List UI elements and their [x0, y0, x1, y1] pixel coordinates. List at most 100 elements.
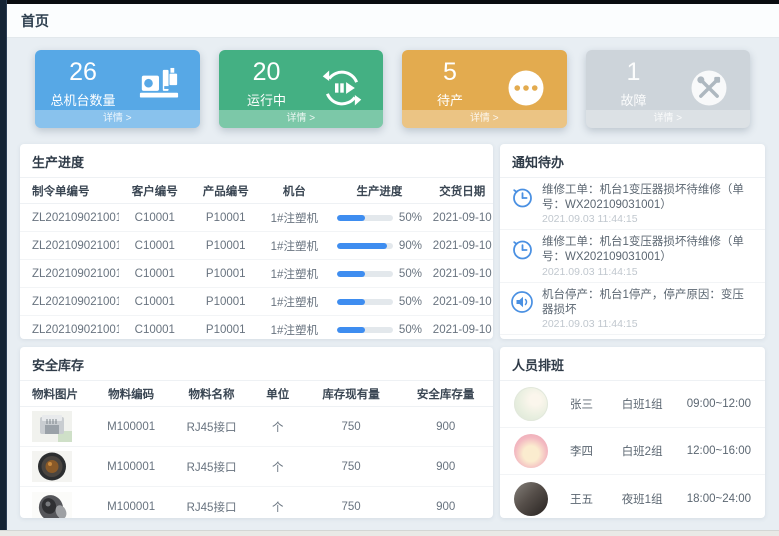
- staff-schedule-row[interactable]: 李四白班2组12:00~16:00: [500, 428, 765, 475]
- production-table-header: 制令单编号客户编号产品编号机台生产进度交货日期: [20, 178, 493, 204]
- notifications-panel: 通知待办 维修工单：机台1变压器损坏待维修（单号：WX202109031001）…: [500, 144, 765, 339]
- stat-card-value: 20: [219, 58, 315, 87]
- stock-col-header: 库存现有量: [304, 386, 399, 402]
- safety-stock-panel: 安全库存 物料图片物料编码物料名称单位库存现有量安全库存量 M100001RJ4…: [20, 347, 493, 518]
- stat-card-detail-link[interactable]: 详情 >: [35, 110, 200, 128]
- progress-label: 50%: [399, 296, 422, 308]
- staff-name: 李四: [570, 443, 622, 459]
- progress-fill: [337, 215, 365, 221]
- staff-shift: 白班2组: [622, 443, 687, 459]
- stock-table-header: 物料图片物料编码物料名称单位库存现有量安全库存量: [20, 381, 493, 407]
- round-speaker-photo: [32, 451, 72, 482]
- stock-table-body: M100001RJ45接口个750900M100001RJ45接口个750900…: [20, 407, 493, 518]
- stock-col-header: 物料名称: [171, 386, 251, 402]
- stat-card-1[interactable]: 26总机台数量详情 >: [35, 50, 200, 128]
- stock-table-row[interactable]: M100001RJ45接口个750900: [20, 447, 493, 487]
- order-number: ZL202109021001: [20, 324, 119, 336]
- progress-cell: 90%: [327, 240, 431, 252]
- stat-cards-row: 26总机台数量详情 >20运行中详情 >5待产详情 >1故障详情 >: [35, 50, 750, 128]
- material-photo-cell: [20, 411, 91, 442]
- staff-time-range: 18:00~24:00: [687, 493, 751, 505]
- production-table-row[interactable]: ZL202109021001C10001P100011#注塑机90%2021-0…: [20, 232, 493, 260]
- production-table-row[interactable]: ZL202109021001C10001P100011#注塑机50%2021-0…: [20, 288, 493, 316]
- stat-card-detail-link[interactable]: 详情 >: [219, 110, 384, 128]
- notification-time: 2021.09.03 11:44:15: [542, 318, 755, 330]
- customer-number: C10001: [119, 296, 190, 308]
- stock-on-hand: 750: [304, 461, 399, 473]
- progress-track: [337, 243, 393, 249]
- stat-card-label: 总机台数量: [35, 90, 131, 109]
- progress-fill: [337, 271, 365, 277]
- progress-cell: 50%: [327, 296, 431, 308]
- production-table-row[interactable]: ZL202109021001C10001P100011#注塑机50%2021-0…: [20, 316, 493, 339]
- progress-cell: 50%: [327, 268, 431, 280]
- stock-col-header: 物料图片: [20, 386, 91, 402]
- wangwu-avatar: [514, 482, 548, 516]
- notifications-title: 通知待办: [500, 144, 765, 178]
- notification-body: 机台停产：机台1停产，停产原因：变压器损坏2021.09.03 11:44:15: [542, 288, 755, 330]
- notification-text: 维修工单：机台1变压器损坏待维修（单号：WX202109031001）: [542, 183, 755, 212]
- staff-name: 王五: [570, 491, 622, 507]
- staff-schedule-row[interactable]: 王五夜班1组18:00~24:00: [500, 475, 765, 518]
- production-table-row[interactable]: ZL202109021001C10001P100011#注塑机50%2021-0…: [20, 204, 493, 232]
- stock-table-row[interactable]: M100001RJ45接口个750900: [20, 487, 493, 518]
- progress-bar: 50%: [327, 268, 431, 280]
- material-photo-cell: [20, 451, 91, 482]
- production-table-body: ZL202109021001C10001P100011#注塑机50%2021-0…: [20, 204, 493, 339]
- delivery-date: 2021-09-10: [431, 212, 492, 224]
- progress-cell: 50%: [327, 324, 431, 336]
- stock-table-row[interactable]: M100001RJ45接口个750900: [20, 407, 493, 447]
- production-table-row[interactable]: ZL202109021001C10001P100011#注塑机50%2021-0…: [20, 260, 493, 288]
- notification-item[interactable]: 计划暂停：机台1生产计划已暂停2021.09.03 11:44:15: [500, 335, 765, 339]
- stock-on-hand: 750: [304, 501, 399, 513]
- staff-shift: 白班1组: [622, 396, 687, 412]
- panels-grid: 生产进度 制令单编号客户编号产品编号机台生产进度交货日期 ZL202109021…: [20, 144, 765, 518]
- stat-card-3[interactable]: 5待产详情 >: [402, 50, 567, 128]
- stock-on-hand: 750: [304, 421, 399, 433]
- progress-bar: 50%: [327, 212, 431, 224]
- stat-card-2[interactable]: 20 运行中详情 >: [219, 50, 384, 128]
- staff-time-range: 09:00~12:00: [687, 398, 751, 410]
- notification-item[interactable]: 维修工单：机台1变压器损坏待维修（单号：WX202109031001）2021.…: [500, 230, 765, 282]
- delivery-date: 2021-09-10: [431, 296, 492, 308]
- progress-fill: [337, 243, 387, 249]
- customer-number: C10001: [119, 324, 190, 336]
- staff-time-range: 12:00~16:00: [687, 445, 751, 457]
- material-unit: 个: [252, 419, 304, 435]
- staff-name: 张三: [570, 396, 622, 412]
- material-code: M100001: [91, 461, 171, 473]
- dashboard-content: 26总机台数量详情 >20运行中详情 >5待产详情 >1故障详情 > 生产进度 …: [7, 38, 779, 530]
- machine-name: 1#注塑机: [261, 294, 327, 310]
- tab-home[interactable]: 首页: [21, 11, 49, 31]
- stat-card-detail-link[interactable]: 详情 >: [402, 110, 567, 128]
- staff-schedule-title: 人员排班: [500, 347, 765, 381]
- notification-time: 2021.09.03 11:44:15: [542, 266, 755, 278]
- product-number: P10001: [190, 296, 261, 308]
- material-name: RJ45接口: [171, 419, 251, 435]
- production-col-header: 交货日期: [431, 183, 492, 199]
- safety-stock-qty: 900: [398, 461, 493, 473]
- staff-shift: 夜班1组: [622, 491, 687, 507]
- material-code: M100001: [91, 421, 171, 433]
- material-code: M100001: [91, 501, 171, 513]
- staff-schedule-panel: 人员排班 张三白班1组09:00~12:00李四白班2组12:00~16:00王…: [500, 347, 765, 518]
- production-col-header: 机台: [261, 183, 327, 199]
- stat-card-label: 运行中: [219, 90, 315, 109]
- notification-item[interactable]: 机台停产：机台1停产，停产原因：变压器损坏2021.09.03 11:44:15: [500, 283, 765, 335]
- production-col-header: 产品编号: [190, 183, 261, 199]
- staff-schedule-row[interactable]: 张三白班1组09:00~12:00: [500, 381, 765, 428]
- stat-card-4[interactable]: 1故障详情 >: [586, 50, 751, 128]
- progress-track: [337, 299, 393, 305]
- delivery-date: 2021-09-10: [431, 324, 492, 336]
- notification-time: 2021.09.03 11:44:15: [542, 213, 755, 225]
- machine-name: 1#注塑机: [261, 266, 327, 282]
- stat-card-value: 5: [402, 58, 498, 87]
- window-bottom-edge: [0, 530, 779, 536]
- progress-bar: 90%: [327, 240, 431, 252]
- notification-body: 维修工单：机台1变压器损坏待维修（单号：WX202109031001）2021.…: [542, 235, 755, 277]
- stat-card-detail-link[interactable]: 详情 >: [586, 110, 751, 128]
- progress-track: [337, 271, 393, 277]
- notification-item[interactable]: 维修工单：机台1变压器损坏待维修（单号：WX202109031001）2021.…: [500, 178, 765, 230]
- progress-label: 50%: [399, 324, 422, 336]
- material-name: RJ45接口: [171, 499, 251, 515]
